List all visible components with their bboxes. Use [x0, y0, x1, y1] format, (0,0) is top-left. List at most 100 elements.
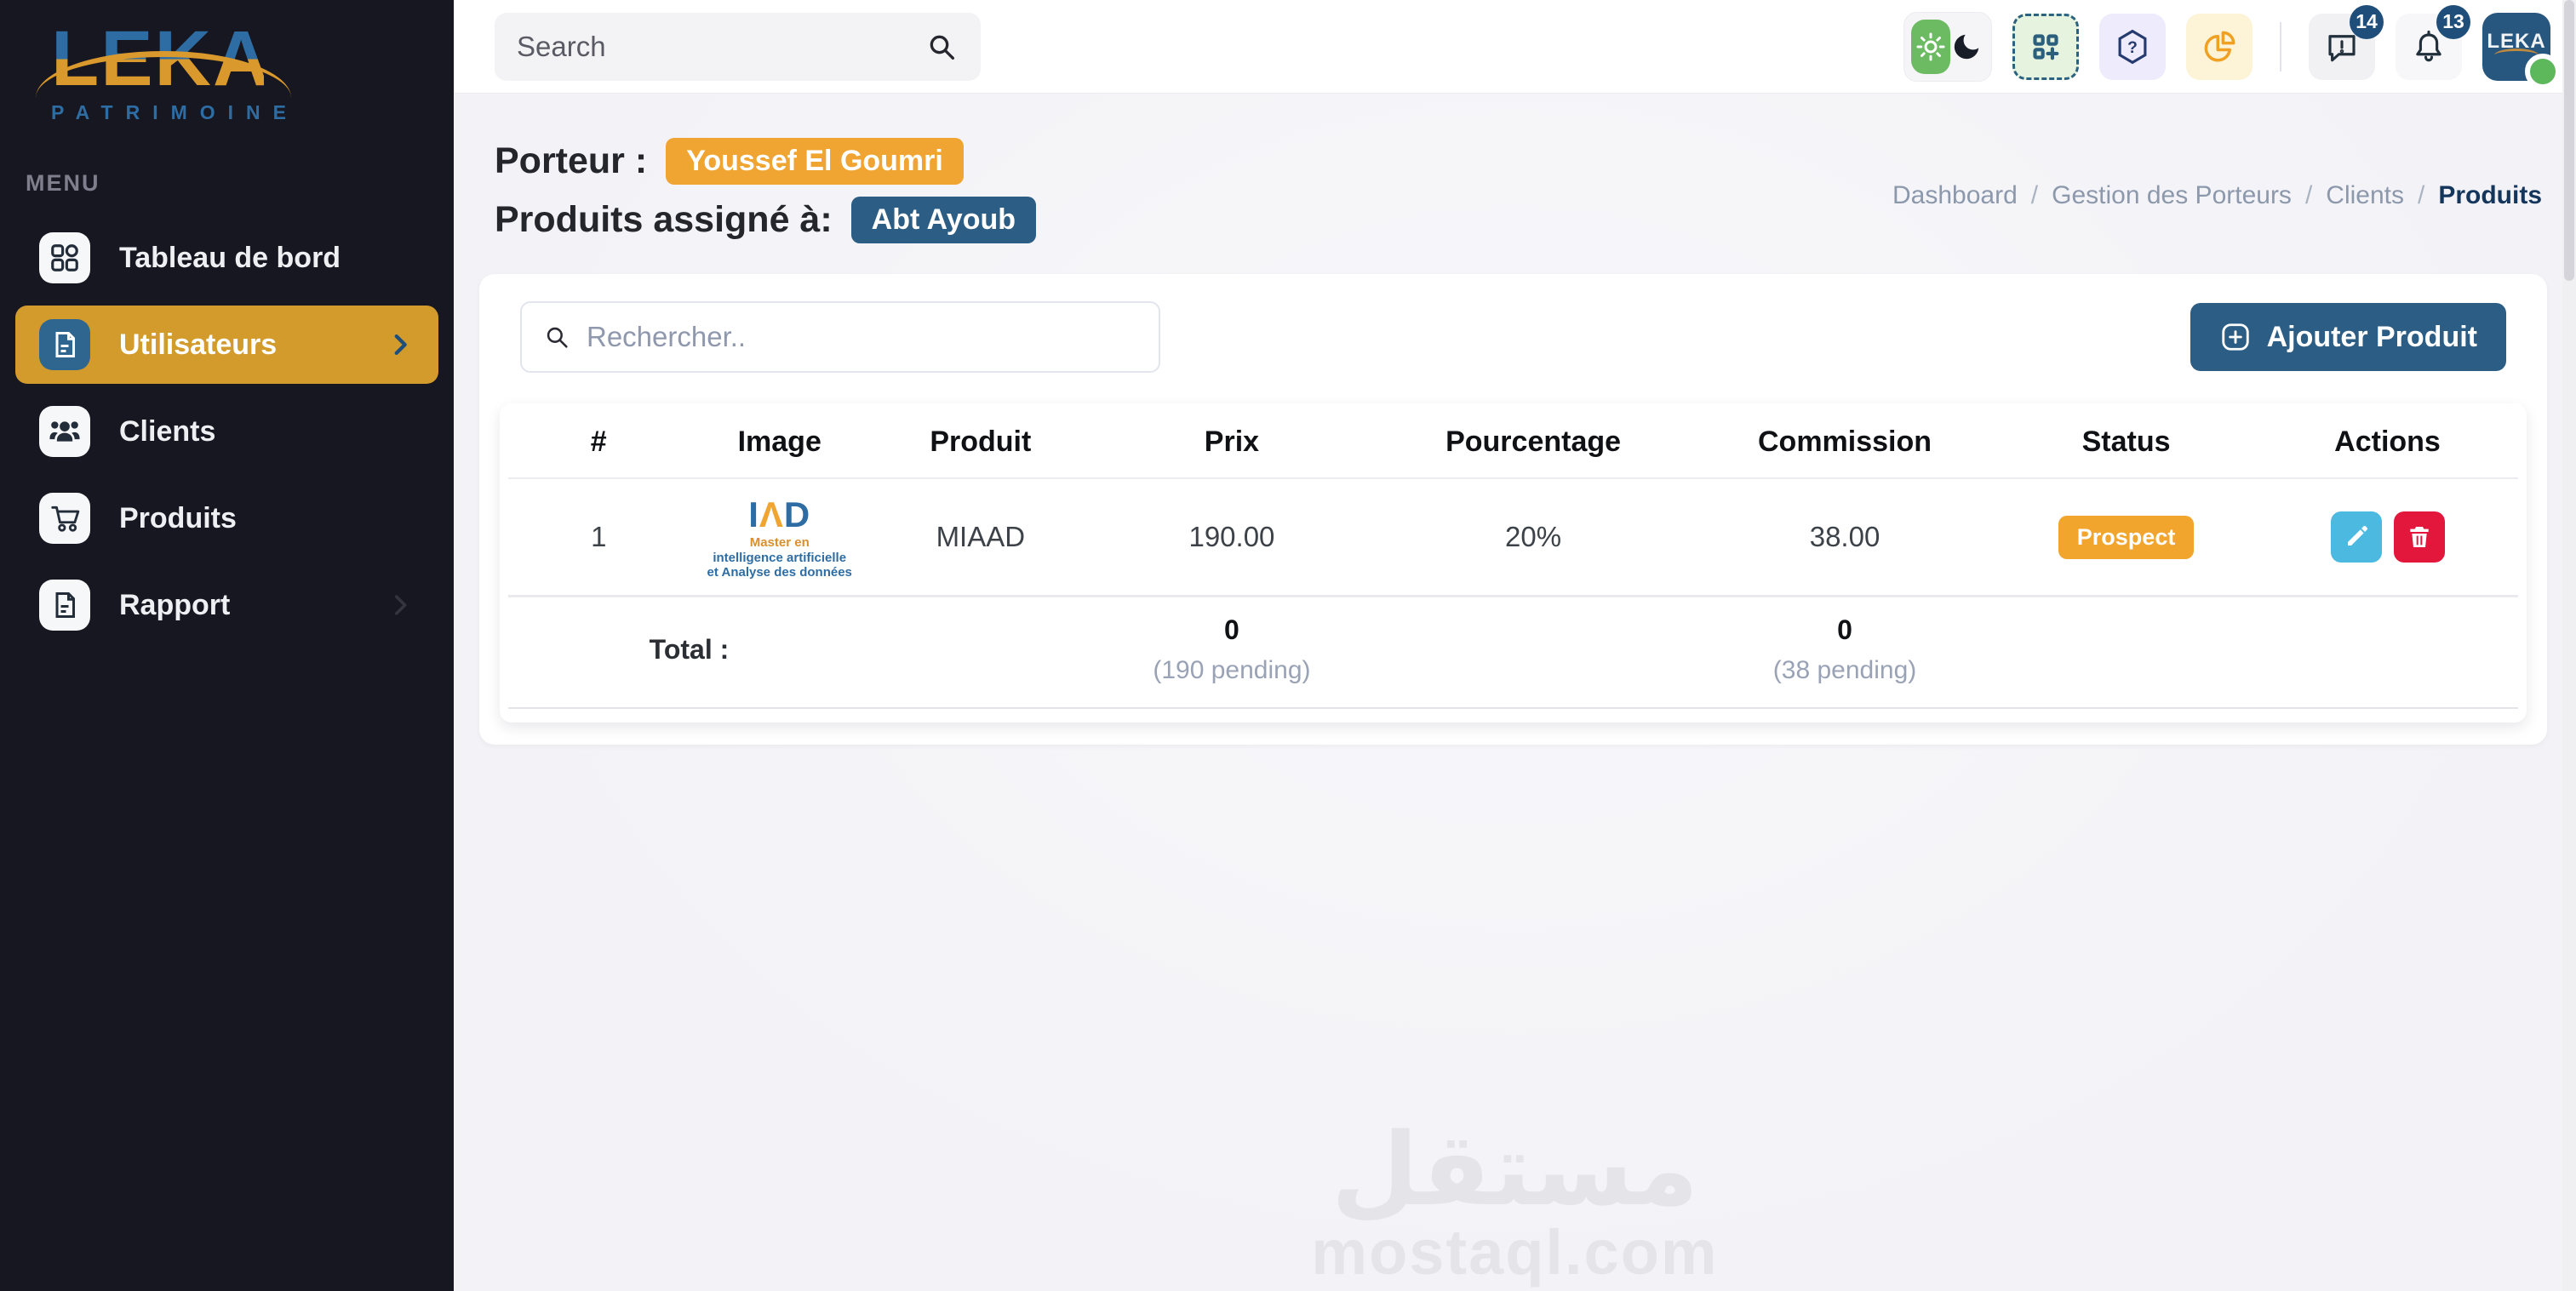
breadcrumb: Dashboard / Gestion des Porteurs / Clien… [1892, 138, 2542, 243]
topbar: ? 14 [454, 0, 2576, 94]
dashboard-icon [39, 232, 90, 283]
card-toolbar: Ajouter Produit [500, 301, 2527, 373]
report-file-icon [39, 580, 90, 631]
total-commission-value: 0 [1701, 614, 1989, 646]
breadcrumb-dashboard[interactable]: Dashboard [1892, 181, 2018, 210]
delete-button[interactable] [2394, 511, 2445, 563]
messages-button[interactable]: 14 [2309, 14, 2375, 80]
sidebar-item-produits[interactable]: Produits [15, 479, 438, 557]
cell-pourcentage: 20% [1372, 478, 1694, 597]
user-avatar[interactable]: LEKA [2482, 13, 2550, 81]
theme-toggle[interactable] [1903, 12, 1992, 82]
main-content: ? 14 [454, 0, 2576, 1291]
porteur-badge: Youssef El Goumri [666, 138, 964, 185]
global-search-input[interactable] [517, 31, 924, 63]
sidebar-item-rapport[interactable]: Rapport [15, 566, 438, 644]
col-prix: Prix [1091, 403, 1373, 478]
iad-subline: Master en [750, 535, 810, 550]
add-product-label: Ajouter Produit [2267, 321, 2477, 354]
pie-chart-button[interactable] [2186, 14, 2253, 80]
dark-mode-icon[interactable] [1950, 31, 1983, 63]
sidebar-item-label: Utilisateurs [119, 328, 277, 362]
breadcrumb-clients[interactable]: Clients [2326, 181, 2404, 210]
product-image-iad-logo: IΛD Master en intelligence artificielle … [707, 494, 852, 580]
sidebar-item-tableau-de-bord[interactable]: Tableau de bord [15, 219, 438, 297]
cart-icon [39, 493, 90, 544]
messages-count-badge: 14 [2350, 5, 2384, 39]
products-search-input[interactable] [587, 321, 1138, 353]
svg-text:?: ? [2127, 39, 2138, 57]
total-commission-pending: (38 pending) [1701, 656, 1989, 685]
breadcrumb-separator: / [2305, 181, 2312, 210]
breadcrumb-produits: Produits [2438, 181, 2542, 210]
products-table: # Image Produit Prix Pourcentage Commiss… [508, 403, 2518, 709]
chevron-right-icon [386, 591, 415, 620]
watermark-arabic: مستقل [1311, 1119, 1718, 1220]
breadcrumb-gestion-porteurs[interactable]: Gestion des Porteurs [2052, 181, 2292, 210]
products-table-wrap: # Image Produit Prix Pourcentage Commiss… [500, 403, 2527, 723]
search-icon[interactable] [924, 30, 959, 64]
help-hexagon-button[interactable]: ? [2099, 14, 2166, 80]
breadcrumb-separator: / [2031, 181, 2038, 210]
mostaql-watermark: مستقل mostaql.com [1311, 1119, 1718, 1286]
total-prix-value: 0 [1098, 614, 1366, 646]
users-file-icon [39, 319, 90, 370]
iad-letter: Λ [759, 494, 784, 534]
sidebar-item-clients[interactable]: Clients [15, 392, 438, 471]
table-header-row: # Image Produit Prix Pourcentage Commiss… [508, 403, 2518, 478]
iad-letter: I [748, 494, 759, 534]
sidebar-item-label: Produits [119, 502, 237, 535]
porteur-label: Porteur : [495, 140, 647, 182]
assigned-badge: Abt Ayoub [851, 197, 1036, 243]
cell-num: 1 [508, 478, 689, 597]
col-num: # [508, 403, 689, 478]
breadcrumb-separator: / [2418, 181, 2424, 210]
page-scrollbar[interactable] [2562, 0, 2576, 1291]
col-pourcentage: Pourcentage [1372, 403, 1694, 478]
total-prix-pending: (190 pending) [1098, 656, 1366, 685]
light-mode-icon[interactable] [1911, 20, 1950, 74]
sidebar-item-utilisateurs[interactable]: Utilisateurs [15, 306, 438, 384]
total-prix: 0 (190 pending) [1091, 597, 1373, 709]
iad-subline: intelligence artificielle [713, 551, 846, 565]
online-status-dot [2525, 54, 2561, 89]
sidebar: LEKA PATRIMOINE MENU Tableau de bord [0, 0, 454, 1291]
assigned-label: Produits assigné à: [495, 199, 833, 241]
table-total-row: Total : 0 (190 pending) 0 (38 pending) [508, 597, 2518, 709]
brand-logo: LEKA PATRIMOINE [0, 0, 454, 140]
sidebar-item-label: Tableau de bord [119, 242, 341, 275]
col-commission: Commission [1694, 403, 1995, 478]
total-label: Total : [508, 597, 870, 709]
col-produit: Produit [870, 403, 1091, 478]
cell-produit: MIAAD [870, 478, 1091, 597]
global-search[interactable] [495, 13, 981, 81]
app-window: LEKA PATRIMOINE MENU Tableau de bord [0, 0, 2576, 1291]
sidebar-menu: Tableau de bord Utilisateurs [0, 219, 454, 644]
sidebar-item-label: Clients [119, 415, 215, 448]
status-badge: Prospect [2058, 516, 2195, 559]
sidebar-item-label: Rapport [119, 589, 230, 622]
topbar-divider [2280, 22, 2281, 71]
col-image: Image [689, 403, 869, 478]
cell-actions [2257, 478, 2518, 597]
cell-status: Prospect [1995, 478, 2257, 597]
iad-letter: D [784, 494, 810, 534]
add-product-button[interactable]: Ajouter Produit [2190, 303, 2506, 371]
iad-subline: et Analyse des données [707, 565, 852, 580]
products-search[interactable] [520, 301, 1160, 373]
brand-logo-arc [36, 51, 291, 145]
people-icon [39, 406, 90, 457]
cell-image: IΛD Master en intelligence artificielle … [689, 478, 869, 597]
apps-grid-button[interactable] [2012, 14, 2079, 80]
menu-section-label: MENU [26, 170, 454, 197]
notifications-count-badge: 13 [2436, 5, 2470, 39]
page-titles: Porteur : Youssef El Goumri Produits ass… [495, 138, 1036, 243]
cell-commission: 38.00 [1694, 478, 1995, 597]
page-scrollbar-thumb[interactable] [2564, 0, 2574, 281]
page-header: Porteur : Youssef El Goumri Produits ass… [454, 94, 2576, 243]
notifications-button[interactable]: 13 [2396, 14, 2462, 80]
topbar-actions: ? 14 [1903, 12, 2550, 82]
col-status: Status [1995, 403, 2257, 478]
table-row: 1 IΛD Master en intelligence artificiell… [508, 478, 2518, 597]
edit-button[interactable] [2331, 511, 2382, 563]
